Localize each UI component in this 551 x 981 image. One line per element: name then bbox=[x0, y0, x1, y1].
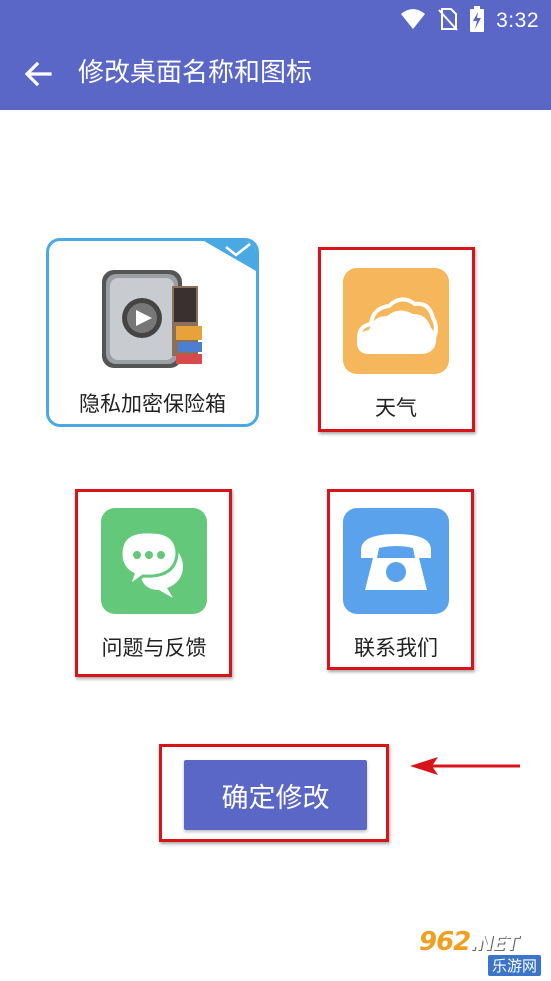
watermark-number: 962.NET bbox=[419, 927, 519, 957]
cloud-icon bbox=[343, 268, 449, 374]
status-icons: 3:32 bbox=[400, 6, 539, 36]
option-label: 联系我们 bbox=[354, 636, 438, 660]
watermark-logo: 962.NET 乐游网 bbox=[411, 927, 545, 976]
option-label: 问题与反馈 bbox=[101, 636, 207, 660]
telephone-icon bbox=[343, 508, 449, 614]
safe-vault-icon bbox=[100, 266, 206, 372]
option-vault[interactable]: 隐私加密保险箱 bbox=[48, 266, 257, 418]
arrow-left-icon bbox=[410, 757, 520, 775]
app-bar: 修改桌面名称和图标 bbox=[0, 38, 551, 110]
status-bar: 3:32 bbox=[0, 0, 551, 38]
watermark-site: 乐游网 bbox=[487, 955, 541, 976]
option-weather[interactable]: 天气 bbox=[343, 268, 449, 422]
battery-charging-icon bbox=[470, 6, 485, 36]
status-time: 3:32 bbox=[496, 9, 539, 32]
option-feedback[interactable]: 问题与反馈 bbox=[101, 508, 207, 662]
arrow-left-icon bbox=[24, 61, 52, 87]
option-label: 天气 bbox=[375, 396, 417, 420]
chat-bubbles-icon bbox=[101, 508, 207, 614]
no-sim-icon bbox=[438, 7, 458, 35]
confirm-button[interactable]: 确定修改 bbox=[184, 760, 367, 830]
page-title: 修改桌面名称和图标 bbox=[78, 58, 313, 88]
wifi-icon bbox=[400, 8, 426, 34]
option-label: 隐私加密保险箱 bbox=[79, 392, 226, 416]
back-button[interactable] bbox=[22, 58, 54, 90]
option-contact[interactable]: 联系我们 bbox=[343, 508, 449, 662]
